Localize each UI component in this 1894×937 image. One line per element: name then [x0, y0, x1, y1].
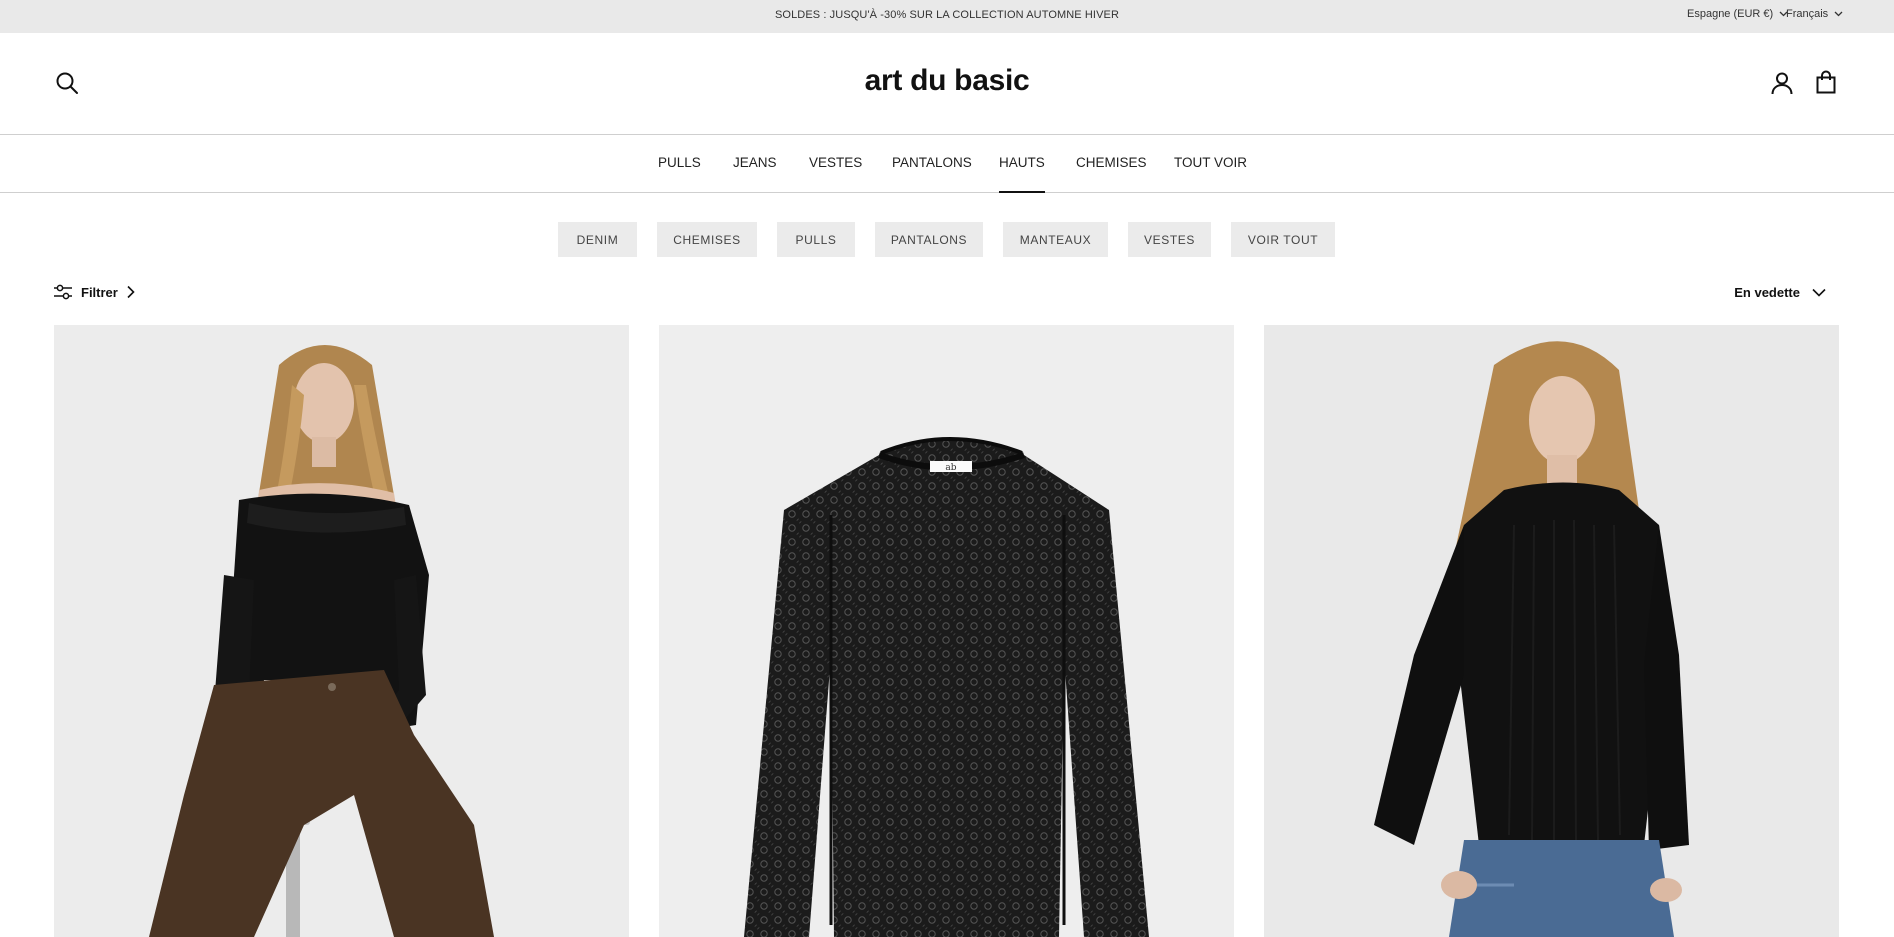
- nav-item-chemises[interactable]: CHEMISES: [1076, 155, 1147, 193]
- site-logo[interactable]: art du basic: [0, 64, 1894, 98]
- nav-item-tout-voir[interactable]: TOUT VOIR: [1174, 155, 1247, 193]
- announcement-bar: SOLDES : JUSQU'À -30% SUR LA COLLECTION …: [0, 0, 1894, 33]
- cart-icon[interactable]: [1812, 68, 1840, 96]
- country-selector-label: Espagne (EUR €): [1687, 8, 1774, 20]
- sort-label: En vedette: [1734, 284, 1800, 300]
- product-image-model-ribbed-sweater: [1264, 325, 1839, 937]
- chevron-down-icon: [1812, 288, 1826, 297]
- language-selector[interactable]: Français: [1786, 8, 1843, 20]
- filter-button[interactable]: Filtrer: [53, 282, 136, 302]
- nav-item-vestes[interactable]: VESTES: [809, 155, 862, 193]
- nav-item-hauts[interactable]: HAUTS: [999, 155, 1045, 193]
- filter-label: Filtrer: [81, 284, 118, 300]
- product-image-lace-top: ab: [659, 325, 1234, 937]
- chevron-down-icon: [1834, 11, 1843, 17]
- subcategory-voir-tout[interactable]: VOIR TOUT: [1231, 222, 1335, 257]
- product-card-2[interactable]: ab: [659, 325, 1234, 937]
- sort-dropdown[interactable]: En vedette: [1734, 282, 1826, 302]
- chevron-right-icon: [127, 285, 135, 299]
- country-selector[interactable]: Espagne (EUR €): [1687, 8, 1788, 20]
- subcategory-vestes[interactable]: VESTES: [1128, 222, 1211, 257]
- account-icon[interactable]: [1768, 69, 1796, 97]
- language-selector-label: Français: [1786, 8, 1829, 20]
- subcategory-chemises[interactable]: CHEMISES: [657, 222, 757, 257]
- brand-label-tag: ab: [945, 463, 956, 473]
- site-header: art du basic: [0, 33, 1894, 135]
- main-nav: PULLS JEANS VESTES PANTALONS HAUTS CHEMI…: [0, 135, 1894, 193]
- nav-item-jeans[interactable]: JEANS: [733, 155, 777, 193]
- product-card-1[interactable]: [54, 325, 629, 937]
- subcategory-manteaux[interactable]: MANTEAUX: [1003, 222, 1108, 257]
- subcategory-pulls[interactable]: PULLS: [777, 222, 855, 257]
- filter-sliders-icon: [54, 284, 72, 300]
- nav-item-pulls[interactable]: PULLS: [658, 155, 701, 193]
- nav-item-pantalons[interactable]: PANTALONS: [892, 155, 972, 193]
- announcement-text: SOLDES : JUSQU'À -30% SUR LA COLLECTION …: [774, 9, 1119, 21]
- subcategory-pantalons[interactable]: PANTALONS: [875, 222, 983, 257]
- product-card-3[interactable]: [1264, 325, 1839, 937]
- product-image-model-off-shoulder: [54, 325, 629, 937]
- subcategory-denim[interactable]: DENIM: [558, 222, 637, 257]
